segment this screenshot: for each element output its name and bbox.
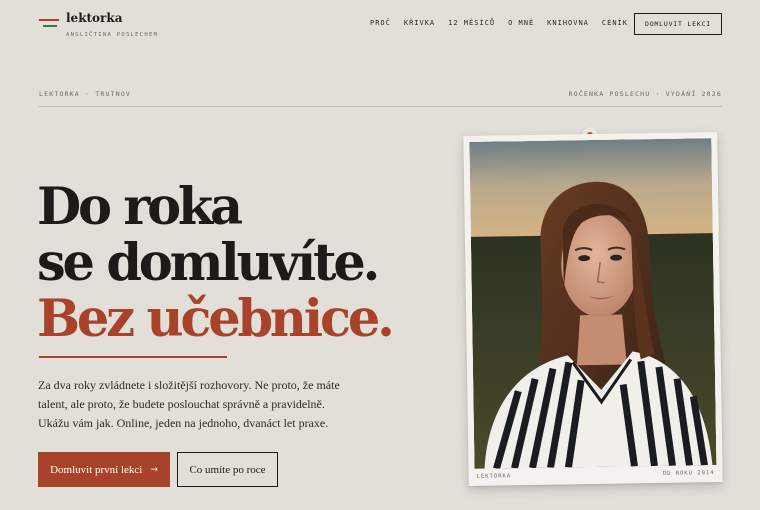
brand-name: lektorka <box>66 11 123 25</box>
nav-item-krivka[interactable]: KŘIVKA <box>404 19 435 27</box>
nav-item-o-mne[interactable]: O MNĚ <box>508 19 534 27</box>
photo-card: LEKTORKA OD ROKU 2014 <box>463 132 723 486</box>
main-nav: PROČ KŘIVKA 12 MĚSÍCŮ O MNĚ KNIHOVNA CEN… <box>370 19 641 27</box>
after-year-button[interactable]: Co umíte po roce <box>177 452 278 487</box>
photo-caption-right: OD ROKU 2014 <box>662 470 715 477</box>
meta-edition: ROČENKA POSLECHU · VYDÁNÍ 2026 <box>568 90 722 98</box>
headline-line-1: Do roka <box>37 177 243 237</box>
hero-headline: Do roka se domluvíte. Bez učebnice. <box>37 177 395 349</box>
headline-line-2: se domluvíte. <box>37 233 380 293</box>
book-first-lesson-button[interactable]: Domluvit první lekci → <box>38 452 170 487</box>
photo-caption-left: LEKTORKA <box>476 473 512 480</box>
nav-item-12-mesicu[interactable]: 12 MĚSÍCŮ <box>448 19 495 27</box>
headline-underline <box>39 356 227 358</box>
primary-button-label: Domluvit první lekci <box>50 463 143 476</box>
portrait-photo <box>469 138 717 469</box>
headline-line-3: Bez učebnice. <box>37 289 395 349</box>
brand-logo[interactable]: lektorka ANGLIČTINA POSLECHEM <box>39 10 158 38</box>
hero-lead: Za dva roky zvládnete i složitější rozho… <box>38 378 340 430</box>
nav-item-knihovna[interactable]: KNIHOVNA <box>547 19 589 27</box>
meta-location: LEKTORKA · TRUTNOV <box>39 90 132 98</box>
brand-subtitle: ANGLIČTINA POSLECHEM <box>66 32 159 38</box>
book-lesson-button[interactable]: DOMLUVIT LEKCI <box>634 13 722 35</box>
nav-item-proc[interactable]: PROČ <box>370 19 391 27</box>
nav-item-cenik[interactable]: CENÍK <box>602 19 628 27</box>
arrow-right-icon: → <box>150 464 158 475</box>
logo-mark-icon <box>39 19 59 33</box>
divider <box>39 106 722 107</box>
